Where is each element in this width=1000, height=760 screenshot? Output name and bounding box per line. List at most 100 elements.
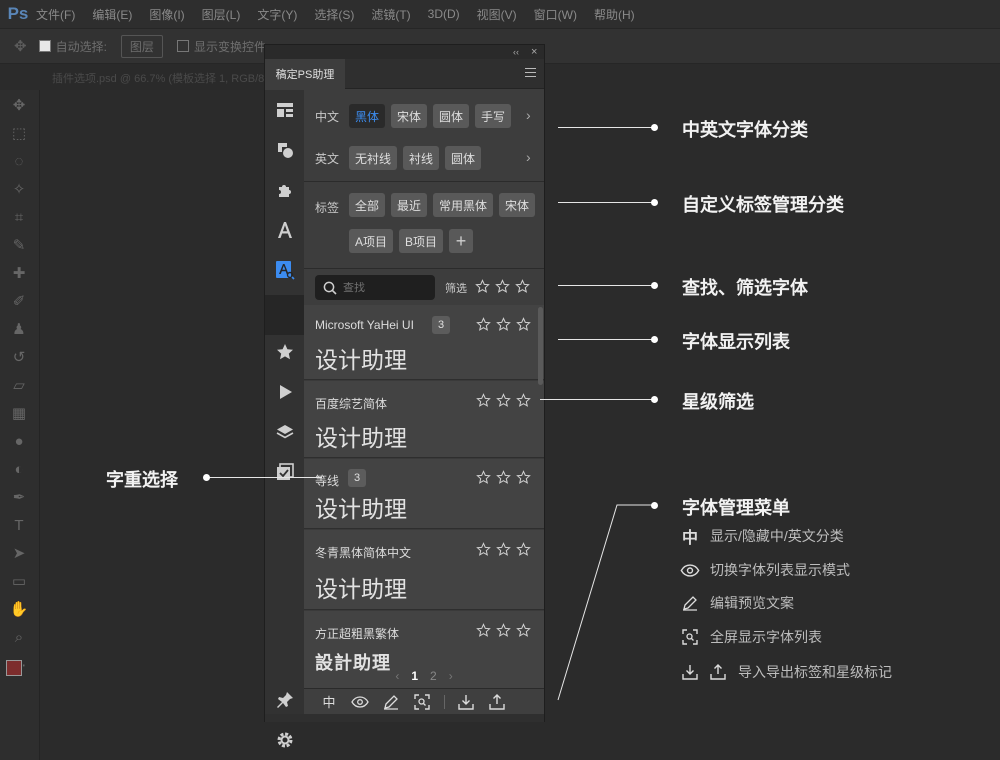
shapes-icon[interactable]: [275, 140, 295, 160]
menu-view[interactable]: 视图(V): [477, 6, 517, 23]
star-rating[interactable]: [476, 393, 536, 408]
tag-chip-project-a[interactable]: A项目: [349, 229, 393, 253]
pen-tool-icon[interactable]: ✒: [9, 487, 29, 507]
healing-brush-icon[interactable]: ✚: [9, 263, 29, 283]
font-search-input[interactable]: [343, 281, 423, 294]
star-outline-icon[interactable]: [516, 317, 531, 332]
page-1-button[interactable]: 1: [411, 669, 418, 683]
menu-layer[interactable]: 图层(L): [202, 6, 241, 23]
text-icon[interactable]: [275, 220, 295, 240]
zoom-tool-icon[interactable]: ⌕: [9, 627, 29, 647]
list-item[interactable]: 等线 3 设计助理: [304, 459, 544, 529]
dodge-tool-icon[interactable]: ◐: [9, 459, 29, 479]
show-transform-checkbox[interactable]: [176, 40, 189, 52]
lasso-tool-icon[interactable]: ◌: [9, 151, 29, 171]
layout-icon[interactable]: [275, 100, 295, 120]
eyedropper-icon[interactable]: ✎: [9, 235, 29, 255]
close-panel-icon[interactable]: ×: [531, 45, 537, 59]
category-chip-heiti[interactable]: 黑体: [349, 104, 385, 128]
list-scrollbar[interactable]: [538, 307, 543, 385]
auto-select-checkbox[interactable]: [38, 40, 51, 52]
star-outline-icon[interactable]: [476, 393, 491, 408]
export-icon[interactable]: [488, 693, 506, 711]
list-item[interactable]: 百度综艺简体 设计助理: [304, 381, 544, 458]
history-brush-icon[interactable]: ↺: [9, 347, 29, 367]
category-chip-serif[interactable]: 衬线: [403, 146, 439, 170]
next-page-button[interactable]: ›: [449, 669, 453, 683]
add-tag-icon[interactable]: +: [449, 229, 473, 253]
star-outline-icon[interactable]: [516, 470, 531, 485]
star-outline-icon[interactable]: [516, 542, 531, 557]
play-icon[interactable]: [275, 382, 295, 402]
chinese-more-chevron-icon[interactable]: ›: [526, 107, 531, 123]
menu-file[interactable]: 文件(F): [36, 6, 75, 23]
menu-window[interactable]: 窗口(W): [534, 6, 577, 23]
favorites-star-icon[interactable]: [275, 342, 295, 362]
star-filter[interactable]: [475, 279, 535, 294]
settings-gear-icon[interactable]: [275, 730, 295, 750]
menu-3d[interactable]: 3D(D): [428, 7, 460, 21]
menu-select[interactable]: 选择(S): [314, 6, 354, 23]
weight-count-badge[interactable]: 3: [348, 469, 366, 487]
crop-tool-icon[interactable]: ⌗: [9, 207, 29, 227]
star-outline-icon[interactable]: [496, 393, 511, 408]
menu-help[interactable]: 帮助(H): [594, 6, 635, 23]
star-outline-icon[interactable]: [476, 470, 491, 485]
import-icon[interactable]: [457, 693, 475, 711]
checklist-icon[interactable]: [275, 462, 295, 482]
category-chip-rounded[interactable]: 圆体: [445, 146, 481, 170]
weight-count-badge[interactable]: 3: [432, 316, 450, 334]
type-tool-icon[interactable]: T: [9, 515, 29, 535]
plugin-icon[interactable]: [275, 180, 295, 200]
magic-wand-icon[interactable]: ✧: [9, 179, 29, 199]
collapse-panel-icon[interactable]: ‹‹: [513, 45, 519, 59]
star-outline-icon[interactable]: [496, 542, 511, 557]
star-rating[interactable]: [476, 470, 536, 485]
eraser-tool-icon[interactable]: ▱: [9, 375, 29, 395]
move-tool-icon[interactable]: ✥: [9, 95, 29, 115]
move-tool-icon[interactable]: ✥: [14, 37, 27, 55]
category-chip-sans-serif[interactable]: 无衬线: [349, 146, 397, 170]
blur-tool-icon[interactable]: ●: [9, 431, 29, 451]
stamp-tool-icon[interactable]: ♟: [9, 319, 29, 339]
star-outline-icon[interactable]: [516, 393, 531, 408]
list-item[interactable]: Microsoft YaHei UI 3 设计助理: [304, 305, 544, 380]
panel-menu-icon[interactable]: [525, 68, 536, 80]
panel-resize-grip[interactable]: [265, 714, 544, 722]
tag-chip-common-heiti[interactable]: 常用黑体: [433, 193, 493, 217]
rectangle-tool-icon[interactable]: ▭: [9, 571, 29, 591]
list-item[interactable]: 冬青黑体简体中文 设计助理: [304, 530, 544, 610]
marquee-tool-icon[interactable]: ⬚: [9, 123, 29, 143]
hand-tool-icon[interactable]: ✋: [9, 599, 29, 619]
panel-tab-title[interactable]: 稿定PS助理: [265, 59, 345, 89]
show-transform-option[interactable]: 显示变换控件: [176, 38, 266, 55]
font-search-box[interactable]: [315, 275, 435, 300]
tag-chip-project-b[interactable]: B项目: [399, 229, 443, 253]
document-tab[interactable]: 插件选项.psd @ 66.7% (模板选择 1, RGB/8): [40, 64, 270, 90]
gradient-tool-icon[interactable]: ▦: [9, 403, 29, 423]
eye-icon[interactable]: [351, 693, 369, 711]
cn-en-toggle-icon[interactable]: 中: [320, 693, 338, 711]
star-rating[interactable]: [476, 542, 536, 557]
pin-icon[interactable]: [275, 690, 295, 710]
star-outline-icon[interactable]: [495, 279, 510, 294]
brush-tool-icon[interactable]: ✐: [9, 291, 29, 311]
path-select-icon[interactable]: ➤: [9, 543, 29, 563]
menu-type[interactable]: 文字(Y): [257, 6, 297, 23]
star-rating[interactable]: [476, 623, 536, 638]
foreground-color-swatch[interactable]: [6, 660, 22, 676]
category-chip-songti[interactable]: 宋体: [391, 104, 427, 128]
tag-chip-all[interactable]: 全部: [349, 193, 385, 217]
font-search-icon[interactable]: [275, 260, 295, 280]
star-outline-icon[interactable]: [496, 623, 511, 638]
fullscreen-icon[interactable]: [413, 693, 431, 711]
star-outline-icon[interactable]: [515, 279, 530, 294]
auto-select-option[interactable]: 自动选择:: [38, 38, 107, 55]
tag-chip-songti[interactable]: 宋体: [499, 193, 535, 217]
star-outline-icon[interactable]: [496, 470, 511, 485]
menu-edit[interactable]: 编辑(E): [92, 6, 132, 23]
star-outline-icon[interactable]: [496, 317, 511, 332]
category-chip-yuanti[interactable]: 圆体: [433, 104, 469, 128]
star-outline-icon[interactable]: [516, 623, 531, 638]
menu-image[interactable]: 图像(I): [149, 6, 184, 23]
